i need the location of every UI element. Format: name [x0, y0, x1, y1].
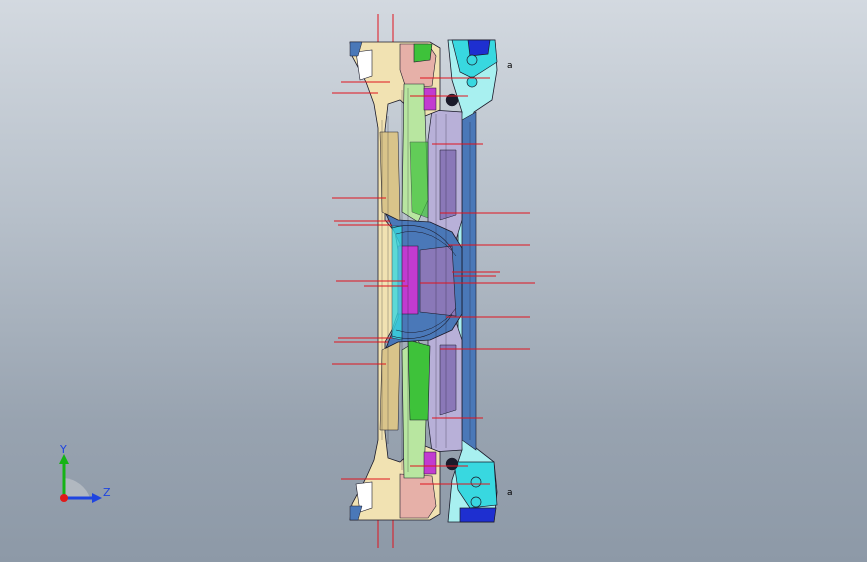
x-axis-point	[60, 494, 68, 502]
y-axis-label: Y	[60, 443, 67, 456]
triad-plane-shading	[64, 478, 90, 498]
model-marker-bottom: a	[507, 488, 513, 498]
cad-graphics-viewport[interactable]: a a Y Z	[0, 0, 867, 562]
orientation-triad[interactable]: Y Z	[50, 440, 120, 510]
z-axis-label: Z	[103, 486, 111, 499]
model-marker-top: a	[507, 61, 513, 71]
crossmember-model[interactable]	[0, 0, 867, 562]
